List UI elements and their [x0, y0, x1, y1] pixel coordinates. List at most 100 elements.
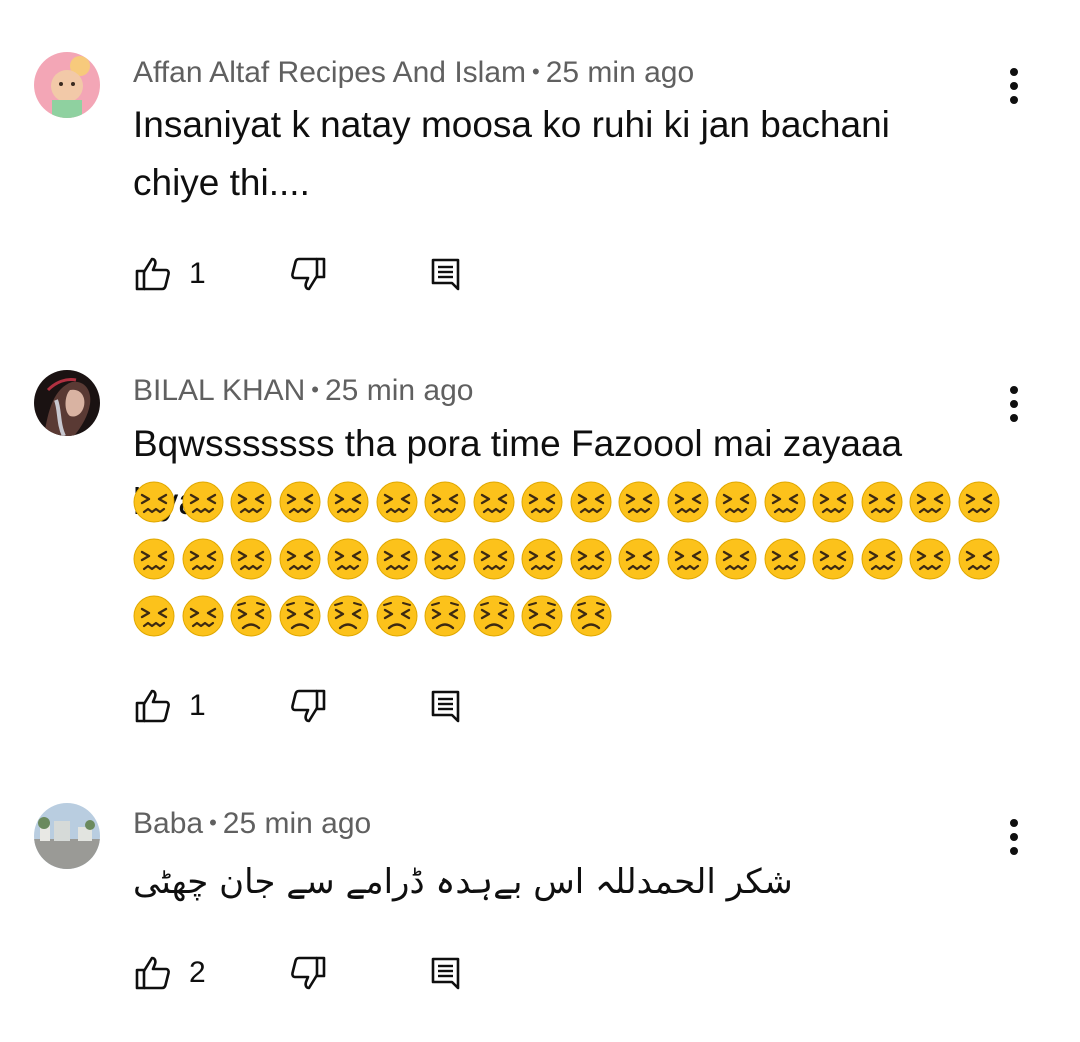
author-name[interactable]: Baba — [133, 807, 203, 840]
comment-time: 25 min ago — [545, 56, 695, 89]
more-vertical-icon — [1010, 847, 1018, 855]
confounded-face-emoji — [667, 481, 708, 523]
more-vertical-icon — [1010, 400, 1018, 408]
persevering-face-emoji — [279, 595, 320, 637]
confounded-face-emoji — [521, 481, 563, 523]
more-vertical-icon — [1010, 386, 1018, 394]
confounded-face-emoji — [424, 481, 466, 523]
like-button[interactable]: 1 — [133, 254, 213, 294]
comment-text: Insaniyat k natay moosa ko ruhi ki jan b… — [133, 96, 1003, 212]
thumbs-up-icon — [135, 257, 170, 291]
comment-text-line: chiye thi.... — [133, 162, 310, 203]
comment-text: شکر الحمدللہ اس بےہدہ ڈرامے سے جان چھٹی — [133, 853, 1003, 911]
confounded-face-emoji — [376, 538, 417, 580]
confounded-face-emoji — [715, 481, 757, 523]
comment-text-line: Insaniyat k natay moosa ko ruhi ki jan b… — [133, 104, 890, 145]
avatar[interactable] — [34, 52, 100, 118]
like-button[interactable]: 1 — [133, 686, 213, 726]
confounded-face-emoji — [570, 481, 611, 523]
persevering-face-emoji — [521, 595, 563, 637]
persevering-face-emoji — [376, 595, 417, 637]
separator-dot: • — [532, 59, 540, 84]
confounded-face-emoji — [521, 538, 563, 580]
separator-dot: • — [311, 377, 319, 402]
persevering-face-emoji — [327, 595, 369, 637]
confounded-face-emoji — [376, 481, 417, 523]
thumbs-down-icon — [291, 956, 326, 990]
confounded-face-emoji — [618, 538, 660, 580]
confounded-face-emoji — [182, 481, 223, 523]
more-vertical-icon — [1010, 833, 1018, 841]
comment-text-line: Bqwsssssss tha pora time Fazoool mai zay… — [133, 423, 903, 464]
more-options-button[interactable] — [1000, 819, 1028, 859]
confounded-face-emoji — [909, 481, 951, 523]
dislike-button[interactable] — [288, 254, 328, 294]
separator-dot: • — [209, 810, 217, 835]
reply-button[interactable] — [431, 953, 461, 993]
reply-icon — [431, 957, 460, 990]
more-vertical-icon — [1010, 819, 1018, 827]
like-count: 2 — [189, 956, 206, 989]
comment-meta: Affan Altaf Recipes And Islam • 25 min ago — [133, 54, 694, 91]
author-name[interactable]: Affan Altaf Recipes And Islam — [133, 56, 526, 89]
more-vertical-icon — [1010, 68, 1018, 76]
confounded-face-emoji — [958, 481, 999, 523]
like-count: 1 — [189, 689, 206, 722]
emoji-sequence — [133, 481, 1013, 652]
dislike-button[interactable] — [288, 953, 328, 993]
confounded-face-emoji — [182, 538, 223, 580]
comment-actions: 2 — [133, 953, 493, 993]
confounded-face-emoji — [473, 538, 514, 580]
persevering-face-emoji — [570, 595, 611, 637]
confounded-face-emoji — [812, 538, 854, 580]
confounded-face-emoji — [618, 481, 660, 523]
persevering-face-emoji — [424, 595, 466, 637]
like-count: 1 — [189, 257, 206, 290]
confounded-face-emoji — [230, 481, 272, 523]
reply-button[interactable] — [431, 686, 461, 726]
thumbs-up-icon — [135, 956, 170, 990]
comment-meta: BILAL KHAN • 25 min ago — [133, 372, 473, 409]
reply-icon — [431, 258, 460, 291]
confounded-face-emoji — [473, 481, 514, 523]
persevering-face-emoji — [230, 595, 272, 637]
comment-time: 25 min ago — [222, 807, 372, 840]
confounded-face-emoji — [230, 538, 272, 580]
more-vertical-icon — [1010, 414, 1018, 422]
reply-button[interactable] — [431, 254, 461, 294]
like-button[interactable]: 2 — [133, 953, 213, 993]
confounded-face-emoji — [279, 481, 320, 523]
persevering-face-emoji — [473, 595, 514, 637]
avatar[interactable] — [34, 803, 100, 869]
comment-actions: 1 — [133, 686, 493, 726]
confounded-face-emoji — [279, 538, 320, 580]
more-options-button[interactable] — [1000, 68, 1028, 108]
confounded-face-emoji — [715, 538, 757, 580]
more-vertical-icon — [1010, 96, 1018, 104]
confounded-face-emoji — [764, 538, 805, 580]
comment-actions: 1 — [133, 254, 493, 294]
more-vertical-icon — [1010, 82, 1018, 90]
confounded-face-emoji — [133, 481, 175, 523]
confounded-face-emoji — [327, 481, 369, 523]
avatar[interactable] — [34, 370, 100, 436]
more-options-button[interactable] — [1000, 386, 1028, 426]
dislike-button[interactable] — [288, 686, 328, 726]
confounded-face-emoji — [133, 538, 175, 580]
author-name[interactable]: BILAL KHAN — [133, 374, 305, 407]
thumbs-down-icon — [291, 257, 326, 291]
confounded-face-emoji — [958, 538, 999, 580]
thumbs-up-icon — [135, 689, 170, 723]
confounded-face-emoji — [424, 538, 466, 580]
comment-time: 25 min ago — [325, 374, 474, 407]
reply-icon — [431, 690, 460, 723]
confounded-face-emoji — [667, 538, 708, 580]
confounded-face-emoji — [182, 595, 223, 637]
confounded-face-emoji — [570, 538, 611, 580]
confounded-face-emoji — [861, 538, 902, 580]
confounded-face-emoji — [812, 481, 854, 523]
thumbs-down-icon — [291, 689, 326, 723]
confounded-face-emoji — [133, 595, 175, 637]
comment-meta: Baba • 25 min ago — [133, 805, 371, 842]
confounded-face-emoji — [327, 538, 369, 580]
